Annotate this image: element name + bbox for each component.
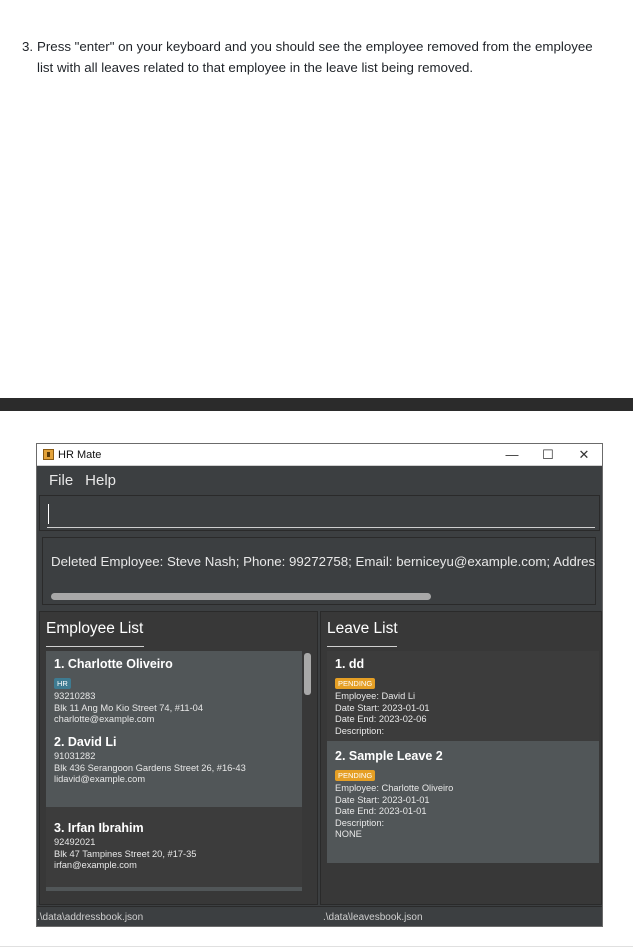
horizontal-scrollbar[interactable] xyxy=(51,593,431,600)
leave-employee: Employee: David Li xyxy=(335,691,416,701)
close-button[interactable]: ✕ xyxy=(566,444,602,465)
menu-file[interactable]: File xyxy=(49,472,73,489)
command-box xyxy=(39,495,600,531)
leave-start-date: Date Start: 2023-01-01 xyxy=(335,794,430,805)
employee-tag: HR xyxy=(54,678,71,689)
leave-card[interactable]: 2. Sample Leave 2 PENDING Employee: Char… xyxy=(327,741,599,863)
text-caret xyxy=(48,504,49,524)
menu-help[interactable]: Help xyxy=(85,472,116,489)
command-input[interactable] xyxy=(47,502,595,528)
employee-email: irfan@example.com xyxy=(54,860,137,870)
page-bottom-rule xyxy=(0,946,633,947)
window-title: HR Mate xyxy=(58,448,102,461)
employee-list-panel: Employee List 1. Charlotte Oliveiro HR 9… xyxy=(39,611,318,905)
leave-name: 2. Sample Leave 2 xyxy=(335,749,443,763)
step-number: 3. xyxy=(22,39,34,54)
leave-status-tag: PENDING xyxy=(335,678,376,689)
leave-name: 1. dd xyxy=(335,657,365,671)
employee-address: Blk 436 Serangoon Gardens Street 26, #16… xyxy=(54,762,246,773)
employee-card-partial xyxy=(46,887,302,891)
employee-list-title-underline xyxy=(46,646,144,647)
employee-card[interactable]: 1. Charlotte Oliveiro HR 93210283 Blk 11… xyxy=(46,651,302,729)
status-bar: .\data\addressbook.json .\data\leavesboo… xyxy=(37,906,602,926)
leave-end-date: Date End: 2023-02-06 xyxy=(335,714,427,724)
employee-name: 1. Charlotte Oliveiro xyxy=(54,657,173,671)
app-logo-icon xyxy=(43,449,54,460)
window-controls: — ☐ ✕ xyxy=(494,444,602,465)
employee-name: 2. David Li xyxy=(54,735,117,749)
result-message: Deleted Employee: Steve Nash; Phone: 992… xyxy=(51,554,596,569)
step-text: Press "enter" on your keyboard and you s… xyxy=(37,39,593,75)
employee-email: charlotte@example.com xyxy=(54,714,155,724)
employee-name: 3. Irfan Ibrahim xyxy=(54,821,144,835)
employee-address: Blk 47 Tampines Street 20, #17-35 xyxy=(54,848,197,859)
leave-description-label: Description: xyxy=(335,725,385,736)
leave-card[interactable]: 1. dd PENDING Employee: David Li Date St… xyxy=(327,651,599,741)
leave-list-panel: Leave List 1. dd PENDING Employee: David… xyxy=(320,611,602,905)
leave-description-value: NONE xyxy=(335,829,362,839)
menu-bar: File Help xyxy=(37,467,602,494)
employee-phone: 91031282 xyxy=(54,751,96,761)
employee-phone: 93210283 xyxy=(54,691,96,701)
leave-status-tag: PENDING xyxy=(335,770,376,781)
instruction-step: 3. Press "enter" on your keyboard and yo… xyxy=(22,36,612,78)
addressbook-path: .\data\addressbook.json xyxy=(37,912,144,923)
leave-employee: Employee: Charlotte Oliveiro xyxy=(335,783,454,793)
employee-card[interactable]: 2. David Li 91031282 Blk 436 Serangoon G… xyxy=(46,729,302,807)
employee-phone: 92492021 xyxy=(54,837,96,847)
leave-description-label: Description: xyxy=(335,817,385,828)
leave-list-title: Leave List xyxy=(327,620,398,637)
title-bar[interactable]: HR Mate — ☐ ✕ xyxy=(37,444,602,466)
result-display: Deleted Employee: Steve Nash; Phone: 992… xyxy=(42,537,596,605)
leave-start-date: Date Start: 2023-01-01 xyxy=(335,702,430,713)
employee-card[interactable]: 3. Irfan Ibrahim 92492021 Blk 47 Tampine… xyxy=(46,807,302,887)
employee-email: lidavid@example.com xyxy=(54,774,146,784)
app-window: HR Mate — ☐ ✕ File Help Deleted Employee… xyxy=(36,443,603,927)
maximize-button[interactable]: ☐ xyxy=(530,444,566,465)
employee-address: Blk 11 Ang Mo Kio Street 74, #11-04 xyxy=(54,702,204,713)
employee-list-title: Employee List xyxy=(46,620,144,637)
leavesbook-path: .\data\leavesbook.json xyxy=(323,912,423,923)
divider-band xyxy=(0,398,633,411)
employee-list: 1. Charlotte Oliveiro HR 93210283 Blk 11… xyxy=(46,651,302,906)
leave-list: 1. dd PENDING Employee: David Li Date St… xyxy=(327,651,599,863)
minimize-button[interactable]: — xyxy=(494,444,530,465)
vertical-scrollbar[interactable] xyxy=(304,653,311,695)
leave-list-title-underline xyxy=(327,646,397,647)
leave-end-date: Date End: 2023-01-01 xyxy=(335,806,427,816)
